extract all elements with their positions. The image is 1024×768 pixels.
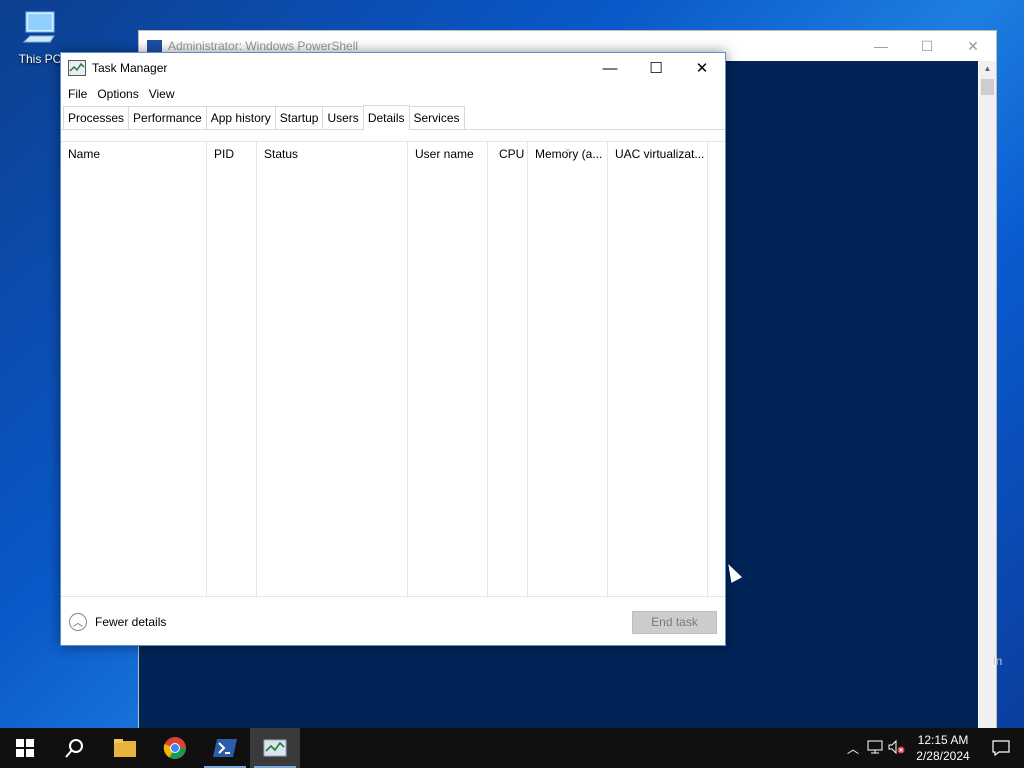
menu-options[interactable]: Options xyxy=(92,87,143,101)
volume-muted-icon[interactable] xyxy=(886,739,908,757)
task-manager-window[interactable]: Task Manager — ☐ ✕ File Options View Pro… xyxy=(60,52,726,646)
chevron-up-icon[interactable]: ︿ xyxy=(842,740,864,757)
column-memory[interactable]: ⌄ Memory (a... xyxy=(528,142,608,597)
tab-performance[interactable]: Performance xyxy=(128,106,207,129)
tab-strip: Processes Performance App history Startu… xyxy=(61,105,725,130)
folder-icon xyxy=(114,739,136,757)
scroll-up-icon[interactable]: ▲ xyxy=(979,61,996,77)
start-button[interactable] xyxy=(0,728,50,768)
fewer-details-button[interactable]: ︿ Fewer details xyxy=(69,612,167,631)
powershell-taskbar-button[interactable] xyxy=(200,728,250,768)
minimize-button[interactable]: — xyxy=(587,53,633,83)
task-manager-footer: ︿ Fewer details End task xyxy=(61,596,725,646)
tab-details[interactable]: Details xyxy=(362,105,410,130)
windows-logo-icon xyxy=(16,739,34,757)
powershell-partial-text: in xyxy=(993,654,1003,668)
maximize-button[interactable]: ☐ xyxy=(904,38,950,55)
column-user-name[interactable]: User name xyxy=(408,142,488,597)
column-cpu[interactable]: CPU xyxy=(488,142,528,597)
column-pid[interactable]: PID xyxy=(207,142,257,597)
column-name[interactable]: Name xyxy=(61,142,207,597)
search-button[interactable] xyxy=(50,728,100,768)
scroll-thumb[interactable] xyxy=(981,79,994,95)
file-explorer-button[interactable] xyxy=(100,728,150,768)
system-tray: ︿ 12:15 AM 2/28/2024 xyxy=(842,728,1024,768)
powershell-title: Administrator: Windows PowerShell xyxy=(168,39,359,53)
tab-startup[interactable]: Startup xyxy=(274,106,324,129)
menu-file[interactable]: File xyxy=(63,87,92,101)
chevron-up-icon: ︿ xyxy=(69,612,87,631)
tab-app-history[interactable]: App history xyxy=(205,106,276,129)
clock[interactable]: 12:15 AM 2/28/2024 xyxy=(908,732,978,764)
powershell-scrollbar[interactable]: ▲ xyxy=(979,61,996,729)
powershell-icon xyxy=(213,739,237,757)
taskbar: ︿ 12:15 AM 2/28/2024 xyxy=(0,728,1024,768)
tab-services[interactable]: Services xyxy=(408,106,465,129)
task-manager-icon xyxy=(263,739,287,757)
sort-indicator-icon: ⌄ xyxy=(564,143,572,153)
task-manager-titlebar[interactable]: Task Manager — ☐ ✕ xyxy=(61,53,725,83)
network-icon[interactable] xyxy=(864,740,886,757)
maximize-button[interactable]: ☐ xyxy=(633,53,679,83)
end-task-button[interactable]: End task xyxy=(632,611,717,634)
table-header: Name PID Status User name CPU ⌄ Memory (… xyxy=(61,142,725,597)
chrome-button[interactable] xyxy=(150,728,200,768)
column-status[interactable]: Status xyxy=(257,142,408,597)
task-manager-icon xyxy=(68,60,86,76)
notification-center-button[interactable] xyxy=(978,740,1024,756)
details-table[interactable]: Name PID Status User name CPU ⌄ Memory (… xyxy=(61,141,725,597)
close-button[interactable]: ✕ xyxy=(679,53,725,83)
clock-date: 2/28/2024 xyxy=(916,749,970,763)
tab-users[interactable]: Users xyxy=(322,106,364,129)
fewer-details-label: Fewer details xyxy=(95,614,167,629)
tab-processes[interactable]: Processes xyxy=(63,106,130,129)
task-manager-taskbar-button[interactable] xyxy=(250,728,300,768)
menu-view[interactable]: View xyxy=(144,87,180,101)
powershell-icon xyxy=(147,40,162,52)
minimize-button[interactable]: — xyxy=(858,38,904,54)
computer-icon xyxy=(20,8,60,48)
menu-bar: File Options View xyxy=(61,83,725,105)
chrome-icon xyxy=(163,737,186,759)
clock-time: 12:15 AM xyxy=(917,733,969,747)
task-manager-title: Task Manager xyxy=(92,61,168,75)
notification-icon xyxy=(992,740,1010,756)
close-button[interactable]: ✕ xyxy=(950,38,996,55)
column-uac-virtualization[interactable]: UAC virtualizat... xyxy=(608,142,708,597)
search-icon xyxy=(65,739,83,758)
